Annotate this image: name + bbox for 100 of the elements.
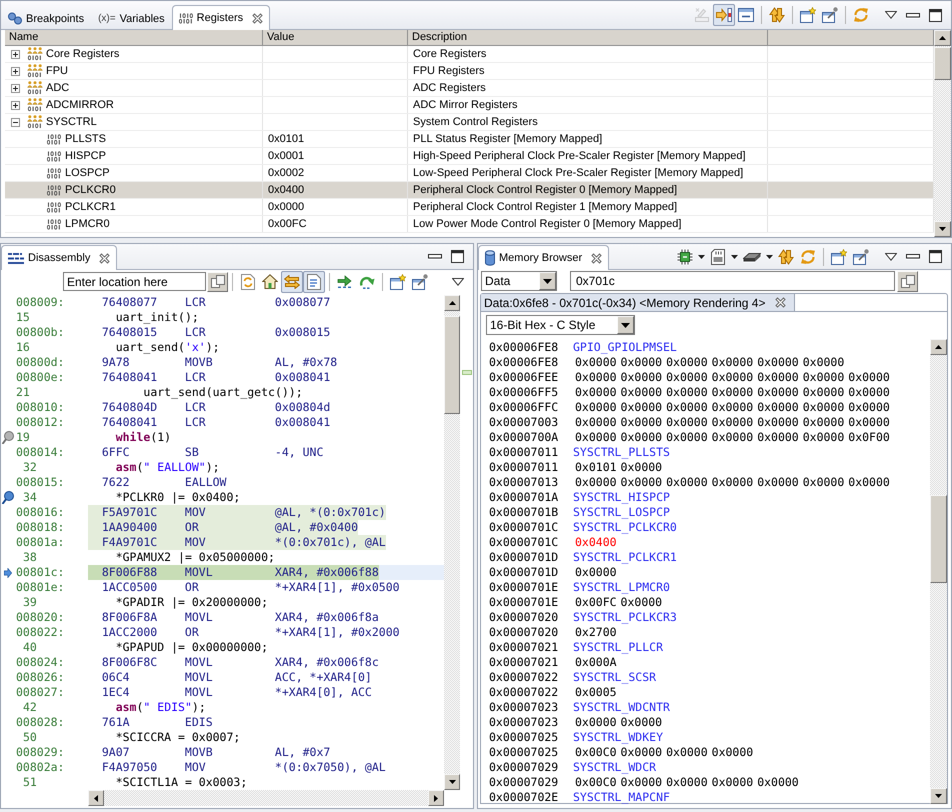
home-icon — [262, 274, 278, 289]
scroll-right-button[interactable] — [428, 790, 444, 806]
register-name: PLLSTS — [65, 133, 106, 145]
go-button[interactable] — [207, 272, 228, 292]
table-row[interactable]: LPMCR0 0x00FC Low Power Mode Control Register 0 [Memory Mapped] — [5, 216, 934, 233]
view-tab[interactable]: Registers — [172, 5, 270, 30]
instruction-address: 008022: — [16, 625, 64, 640]
instruction-mnemonic: LCR — [184, 325, 206, 340]
memory-value: 0x0000 — [712, 385, 754, 400]
register-name: SYSCTRL — [46, 116, 97, 128]
memory-address: 0x0000702E — [489, 790, 558, 804]
two-dots-icon — [8, 12, 22, 25]
pin-icon — [822, 7, 838, 23]
new-window-icon — [800, 7, 816, 23]
toolbar-button[interactable] — [281, 270, 303, 292]
pushpin-icon[interactable] — [2, 431, 14, 444]
instruction-mnemonic: MOVB — [184, 355, 213, 370]
instruction-address: 008009: — [16, 295, 64, 310]
memory-value: 0x0000 — [575, 370, 617, 385]
minimize-icon — [906, 254, 920, 259]
close-icon[interactable] — [99, 252, 110, 264]
instruction-operands: XAR4, #0x006f8c — [274, 655, 379, 670]
scroll-down-button[interactable] — [930, 788, 947, 804]
scroll-down-button[interactable] — [444, 774, 460, 790]
plus-box-icon[interactable] — [11, 50, 20, 58]
table-row[interactable]: ADC ADC Registers — [5, 80, 934, 97]
overview-ruler-marker[interactable] — [462, 370, 472, 375]
scrollbar-thumb[interactable] — [934, 47, 951, 80]
memory-label: SYSCTRL_WDKEY — [573, 730, 664, 745]
scroll-left-button[interactable] — [88, 790, 104, 806]
column-header[interactable]: Value — [263, 30, 408, 45]
close-icon[interactable] — [252, 12, 264, 24]
instruction-address: 008010: — [16, 400, 64, 415]
pages-icon — [210, 275, 224, 288]
source-line-number: 38 — [22, 550, 37, 565]
scroll-up-button[interactable] — [930, 339, 947, 355]
table-row[interactable]: HISPCP 0x0001 High-Speed Peripheral Clock Pre-Scaler Register [Memory Mapped] — [5, 148, 934, 165]
view-menu-icon — [885, 252, 897, 260]
memory-value: 0x0000 — [666, 385, 708, 400]
table-row[interactable]: PLLSTS 0x0101 PLL Status Register [Memory Mapped] — [5, 131, 934, 148]
column-header[interactable]: Description — [408, 30, 768, 45]
address-field[interactable]: 0x701c — [570, 271, 895, 291]
source-line-number: 51 — [22, 775, 37, 790]
scrollbar-thumb[interactable] — [930, 495, 947, 583]
refresh-icon — [800, 248, 816, 264]
toolbar-button[interactable] — [713, 4, 735, 26]
close-icon[interactable] — [775, 297, 786, 308]
instruction-address: 008028: — [16, 715, 64, 730]
plus-box-icon[interactable] — [11, 84, 20, 92]
register-name: PCLKCR0 — [65, 184, 116, 196]
close-icon[interactable] — [591, 252, 602, 264]
memory-address: 0x00007023 — [489, 700, 558, 715]
table-row[interactable]: ADCMIRROR ADC Mirror Registers — [5, 97, 934, 114]
memory-value: 0x0000 — [666, 775, 708, 790]
scrollbar-thumb[interactable] — [444, 316, 460, 414]
view-tab[interactable]: Disassembly — [1, 245, 118, 270]
memory-label: SYSCTRL_PCLKCR0 — [573, 520, 677, 535]
scroll-up-button[interactable] — [444, 295, 460, 311]
memory-address: 0x0000701E — [489, 580, 558, 595]
scroll-up-button[interactable] — [934, 30, 951, 46]
instruction-operands: 0x008015 — [274, 325, 330, 340]
table-row[interactable]: PCLKCR0 0x0400 Peripheral Clock Control Register 0 [Memory Mapped] — [5, 182, 934, 199]
toolbar-button[interactable] — [797, 4, 819, 26]
column-header[interactable]: Name — [5, 30, 263, 45]
memory-label: SYSCTRL_HISPCP — [573, 490, 670, 505]
view-tab[interactable]: Memory Browser — [478, 245, 610, 270]
memory-value: 0x0000 — [757, 430, 799, 445]
view-tab[interactable]: Breakpoints — [1, 6, 92, 30]
pushpin-icon[interactable] — [2, 491, 14, 504]
instruction-opcode: 761A — [102, 715, 130, 730]
plus-box-icon[interactable] — [11, 66, 20, 76]
memory-space-dropdown[interactable]: Data — [481, 271, 557, 291]
memory-value: 0x0000 — [620, 475, 662, 490]
memory-address: 0x00007020 — [489, 625, 558, 640]
view-tab[interactable]: (x)= Variables — [91, 6, 172, 30]
instruction-mnemonic: MOV — [184, 535, 206, 550]
instruction-opcode: 8F006F8C — [102, 655, 158, 670]
table-row[interactable]: PCLKCR1 0x0000 Peripheral Clock Control Register 1 [Memory Mapped] — [5, 199, 934, 216]
rendering-tab[interactable]: Data:0x6fe8 - 0x701c(-0x34) <Memory Rendering 4> — [481, 294, 796, 311]
memory-value: 0x0000 — [757, 385, 799, 400]
table-row[interactable]: FPU FPU Registers — [5, 63, 934, 80]
refresh-icon — [853, 7, 869, 23]
instruction-opcode: 76408077 — [102, 295, 158, 310]
memory-value: 0x0000 — [620, 775, 662, 790]
toolbar-button[interactable] — [303, 270, 325, 292]
table-row[interactable]: SYSCTRL System Control Registers — [5, 114, 934, 131]
table-row[interactable]: Core Registers Core Registers — [5, 46, 934, 63]
scroll-down-button[interactable] — [934, 221, 951, 237]
format-dropdown[interactable]: 16-Bit Hex - C Style — [486, 315, 635, 335]
go-button[interactable] — [897, 270, 918, 292]
memory-value: 0x0000 — [848, 475, 890, 490]
instruction-operands: *+XAR4[1], #0x2000 — [274, 625, 400, 640]
memory-address: 0x0000701D — [489, 565, 558, 580]
memory-value: 0x0000 — [575, 715, 617, 730]
location-field[interactable]: Enter location here — [63, 272, 206, 291]
register-value: 0x0000 — [268, 201, 304, 213]
plus-box-icon[interactable] — [11, 100, 20, 110]
new-window-icon — [390, 274, 406, 290]
minus-box-icon[interactable] — [11, 118, 20, 126]
memory-label: SYSCTRL_PCLKCR3 — [573, 610, 677, 625]
